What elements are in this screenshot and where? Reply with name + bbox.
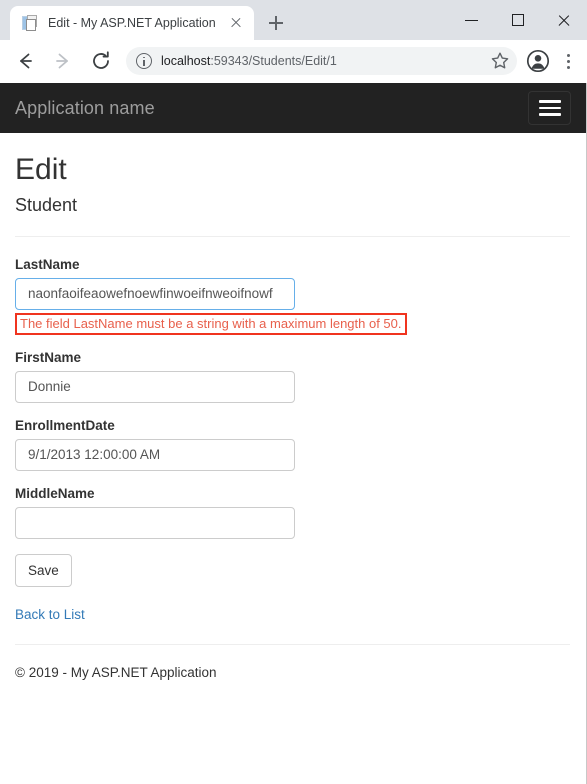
navbar-brand[interactable]: Application name — [15, 98, 155, 118]
form-group-enrollmentdate: EnrollmentDate — [15, 418, 571, 471]
window-controls — [449, 0, 587, 40]
input-middlename[interactable] — [15, 506, 295, 539]
site-info-icon[interactable] — [136, 52, 152, 69]
browser-menu-icon[interactable] — [555, 46, 581, 76]
footer-divider — [15, 644, 570, 646]
page-title: Edit — [15, 153, 67, 186]
close-tab-icon[interactable] — [224, 11, 248, 35]
page-viewport: Application name Edit Student LastName T… — [0, 83, 587, 784]
footer-copyright: © 2019 - My ASP.NET Application — [15, 665, 217, 681]
back-to-list-link[interactable]: Back to List — [15, 607, 85, 622]
label-firstname: FirstName — [15, 349, 82, 365]
input-lastname[interactable] — [15, 277, 295, 310]
close-window-icon[interactable] — [541, 4, 587, 36]
input-firstname[interactable] — [15, 370, 295, 403]
form-group-lastname: LastName The field LastName must be a st… — [15, 257, 571, 335]
profile-avatar-icon[interactable] — [523, 46, 553, 76]
browser-tab-active[interactable]: Edit - My ASP.NET Application — [10, 6, 254, 40]
forward-icon — [48, 46, 78, 76]
address-bar[interactable]: localhost:59343/Students/Edit/1 — [126, 46, 517, 75]
hamburger-bar — [538, 100, 561, 103]
save-button[interactable]: Save — [15, 553, 72, 588]
input-enrollmentdate[interactable] — [15, 438, 295, 471]
validation-error-lastname: The field LastName must be a string with… — [15, 312, 407, 335]
divider — [15, 235, 570, 237]
minimize-icon[interactable] — [449, 4, 495, 36]
bookmark-star-icon[interactable] — [487, 48, 513, 74]
reload-icon[interactable] — [86, 46, 116, 76]
browser-toolbar: localhost:59343/Students/Edit/1 — [0, 40, 587, 82]
site-footer: © 2019 - My ASP.NET Application — [15, 644, 571, 680]
url-host: localhost — [161, 53, 211, 68]
back-link-wrapper: Back to List — [15, 587, 571, 624]
navbar-toggle-button[interactable] — [528, 91, 571, 125]
form-group-firstname: FirstName — [15, 350, 571, 403]
url-path: :59343/Students/Edit/1 — [210, 53, 337, 68]
site-navbar: Application name — [0, 83, 586, 133]
edit-student-form: LastName The field LastName must be a st… — [15, 257, 571, 588]
tab-title: Edit - My ASP.NET Application — [48, 16, 216, 30]
label-lastname: LastName — [15, 256, 80, 272]
url-text: localhost:59343/Students/Edit/1 — [161, 54, 487, 68]
browser-tab-strip: Edit - My ASP.NET Application — [0, 0, 587, 40]
document-favicon — [22, 15, 38, 31]
label-middlename: MiddleName — [15, 485, 95, 501]
page-container: Edit Student LastName The field LastName… — [0, 153, 586, 680]
maximize-icon[interactable] — [495, 4, 541, 36]
browser-window: Edit - My ASP.NET Application localhost:… — [0, 0, 587, 784]
hamburger-bar — [538, 106, 561, 110]
form-group-middlename: MiddleName — [15, 486, 571, 539]
hamburger-bar — [538, 113, 561, 116]
label-enrollmentdate: EnrollmentDate — [15, 417, 115, 433]
page-subtitle: Student — [15, 195, 78, 215]
new-tab-icon[interactable] — [262, 9, 290, 37]
back-icon[interactable] — [10, 46, 40, 76]
